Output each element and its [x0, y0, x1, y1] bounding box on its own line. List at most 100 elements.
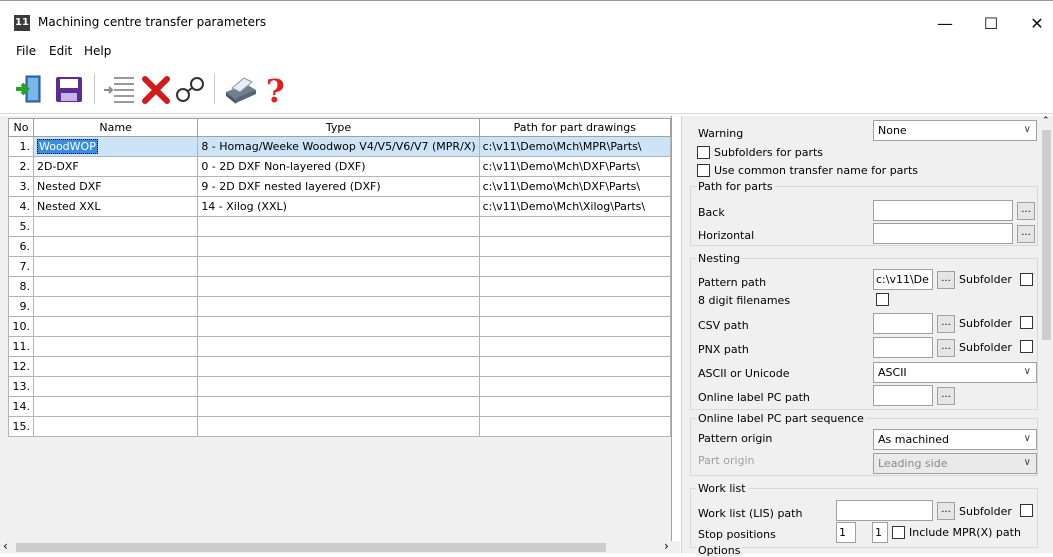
table-row[interactable]: 15. — [8, 416, 672, 437]
name-cell[interactable] — [32, 256, 199, 277]
pattern-subfolder-checkbox[interactable] — [1020, 273, 1033, 286]
maximize-button[interactable]: ☐ — [968, 9, 1014, 39]
back-browse-button[interactable]: ... — [1017, 202, 1035, 220]
type-cell[interactable] — [197, 296, 480, 317]
path-cell[interactable]: c:\v11\Demo\Mch\Xilog\Parts\ — [478, 196, 672, 217]
type-cell[interactable] — [197, 396, 480, 417]
col-header-type[interactable]: Type — [197, 118, 480, 137]
type-cell[interactable]: 9 - 2D DXF nested layered (DXF) — [197, 176, 480, 197]
vertical-scrollbar[interactable]: ⌃ — [1039, 116, 1053, 553]
table-row[interactable]: 8. — [8, 276, 672, 297]
name-cell[interactable]: Nested XXL — [32, 196, 199, 217]
type-cell[interactable]: 0 - 2D DXF Non-layered (DXF) — [197, 156, 480, 177]
path-cell[interactable] — [478, 216, 672, 237]
menu-help[interactable]: Help — [84, 44, 111, 58]
table-row[interactable]: 9. — [8, 296, 672, 317]
name-cell[interactable] — [32, 356, 199, 377]
name-cell[interactable] — [32, 396, 199, 417]
name-cell[interactable] — [32, 216, 199, 237]
name-cell[interactable]: WoodWOP — [32, 136, 199, 157]
subfolders-for-parts-checkbox[interactable] — [697, 146, 710, 159]
ascii-unicode-select[interactable]: ASCII ∨ — [873, 362, 1037, 383]
type-cell[interactable] — [197, 236, 480, 257]
pattern-path-field[interactable]: c:\v11\De — [873, 269, 933, 290]
path-cell[interactable] — [478, 396, 672, 417]
path-cell[interactable]: c:\v11\Demo\Mch\DXF\Parts\ — [478, 176, 672, 197]
name-cell[interactable] — [32, 276, 199, 297]
pnx-subfolder-checkbox[interactable] — [1020, 340, 1033, 353]
vertical-scroll-thumb[interactable] — [1042, 130, 1051, 340]
name-cell[interactable]: 2D-DXF — [32, 156, 199, 177]
path-cell[interactable] — [478, 356, 672, 377]
horizontal-scrollbar[interactable]: ‹ › — [0, 539, 680, 553]
type-cell[interactable] — [197, 416, 480, 437]
menu-file[interactable]: File — [16, 44, 36, 58]
work-list-browse-button[interactable]: ... — [937, 502, 955, 520]
online-label-browse-button[interactable]: ... — [937, 387, 955, 405]
pattern-path-browse-button[interactable]: ... — [937, 271, 955, 289]
pnx-path-field[interactable] — [873, 337, 933, 358]
type-cell[interactable] — [197, 276, 480, 297]
name-cell[interactable] — [32, 336, 199, 357]
table-row[interactable]: 14. — [8, 396, 672, 417]
name-cell[interactable] — [32, 236, 199, 257]
table-row[interactable]: 3. Nested DXF 9 - 2D DXF nested layered (D… — [8, 176, 672, 197]
type-cell[interactable] — [197, 316, 480, 337]
eight-digit-checkbox[interactable] — [876, 293, 889, 306]
work-list-subfolder-checkbox[interactable] — [1020, 504, 1033, 517]
table-row[interactable]: 12. — [8, 356, 672, 377]
table-row[interactable]: 6. — [8, 236, 672, 257]
table-row[interactable]: 10. — [8, 316, 672, 337]
pnx-browse-button[interactable]: ... — [937, 339, 955, 357]
include-mprx-checkbox[interactable] — [892, 526, 905, 539]
path-cell[interactable] — [478, 236, 672, 257]
menu-edit[interactable]: Edit — [49, 44, 72, 58]
name-cell[interactable] — [32, 316, 199, 337]
path-cell[interactable]: c:\v11\Demo\Mch\DXF\Parts\ — [478, 156, 672, 177]
scroll-left-icon[interactable]: ‹ — [3, 539, 8, 553]
table-row[interactable]: 13. — [8, 376, 672, 397]
print-icon[interactable] — [222, 70, 258, 108]
type-cell[interactable] — [197, 376, 480, 397]
horizontal-scroll-thumb[interactable] — [16, 543, 606, 552]
work-list-path-field[interactable] — [836, 500, 933, 521]
path-cell[interactable] — [478, 296, 672, 317]
col-header-no[interactable]: No — [8, 118, 34, 137]
horizontal-path-field[interactable] — [873, 223, 1013, 244]
path-cell[interactable] — [478, 416, 672, 437]
minimize-button[interactable]: — — [922, 9, 968, 39]
delete-icon[interactable] — [138, 70, 174, 108]
close-button[interactable]: ✕ — [1014, 9, 1053, 39]
help-icon[interactable]: ? — [256, 70, 292, 110]
stop-position-b-field[interactable]: 1 — [872, 522, 888, 543]
back-path-field[interactable] — [873, 200, 1013, 221]
path-cell[interactable] — [478, 336, 672, 357]
csv-subfolder-checkbox[interactable] — [1020, 316, 1033, 329]
name-cell[interactable] — [32, 296, 199, 317]
find-icon[interactable] — [172, 70, 208, 108]
warning-select[interactable]: None ∨ — [873, 120, 1037, 141]
csv-browse-button[interactable]: ... — [937, 315, 955, 333]
insert-row-icon[interactable] — [102, 70, 138, 108]
exit-icon[interactable] — [12, 70, 48, 108]
path-cell[interactable] — [478, 276, 672, 297]
table-row[interactable]: 5. — [8, 216, 672, 237]
path-cell[interactable] — [478, 256, 672, 277]
name-cell[interactable] — [32, 376, 199, 397]
table-row[interactable]: 2. 2D-DXF 0 - 2D DXF Non-layered (DXF) c:\v… — [8, 156, 672, 177]
table-row[interactable]: 4. Nested XXL 14 - Xilog (XXL) c:\v11\Demo\… — [8, 196, 672, 217]
path-cell[interactable]: c:\v11\Demo\Mch\MPR\Parts\ — [478, 136, 672, 157]
stop-position-a-field[interactable]: 1 — [836, 522, 856, 543]
csv-path-field[interactable] — [873, 313, 933, 334]
pattern-origin-select[interactable]: As machined ∨ — [873, 429, 1037, 450]
table-row[interactable]: 1. WoodWOP 8 - Homag/Weeke Woodwop V4/V5/V… — [8, 136, 672, 157]
horizontal-browse-button[interactable]: ... — [1017, 225, 1035, 243]
table-row[interactable]: 7. — [8, 256, 672, 277]
col-header-path[interactable]: Path for part drawings — [478, 118, 672, 137]
online-label-path-field[interactable] — [873, 385, 933, 406]
path-cell[interactable] — [478, 316, 672, 337]
type-cell[interactable] — [197, 216, 480, 237]
save-icon[interactable] — [50, 70, 86, 108]
common-transfer-name-checkbox[interactable] — [697, 164, 710, 177]
name-cell[interactable] — [32, 416, 199, 437]
